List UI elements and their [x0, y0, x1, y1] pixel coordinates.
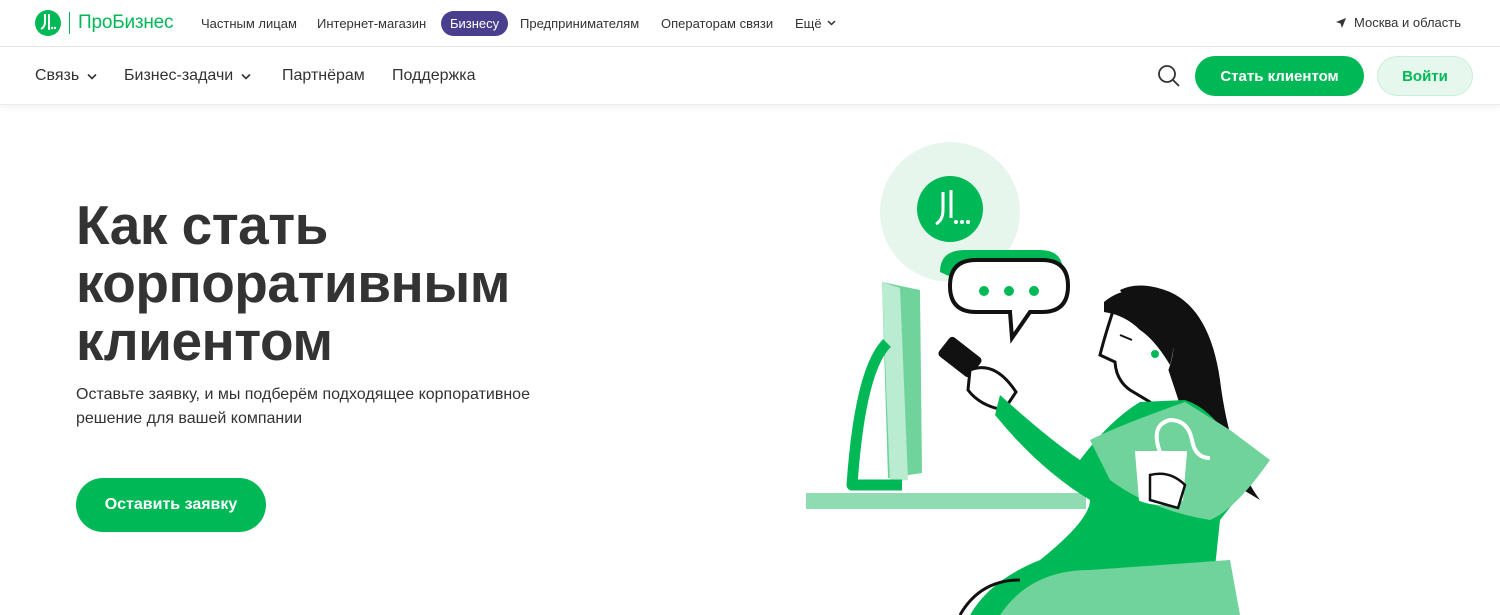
logo-divider — [69, 12, 70, 34]
segment-shop[interactable]: Интернет-магазин — [317, 11, 426, 36]
chevron-down-icon — [241, 67, 251, 85]
segment-more-label: Ещё — [795, 16, 822, 31]
region-selector[interactable]: Москва и область — [1335, 15, 1461, 30]
segment-business[interactable]: Бизнесу — [441, 11, 509, 36]
location-arrow-icon — [1335, 17, 1346, 28]
nav-item-partners[interactable]: Партнёрам — [282, 67, 365, 85]
main-nav: Связь Бизнес-задачи Партнёрам Поддержка … — [0, 47, 1500, 105]
region-label: Москва и область — [1353, 15, 1461, 30]
nav-item-label: Бизнес-задачи — [124, 67, 234, 84]
segment-entrepreneurs[interactable]: Предпринимателям — [520, 11, 639, 36]
page-title: Как стать корпоративным клиентом — [76, 194, 510, 372]
login-button[interactable]: Войти — [1377, 56, 1473, 96]
chevron-down-icon — [827, 18, 836, 29]
nav-item-business-tasks[interactable]: Бизнес-задачи — [124, 67, 251, 85]
segment-private[interactable]: Частным лицам — [201, 11, 297, 36]
search-icon[interactable] — [1157, 64, 1181, 88]
megafon-logo-icon — [35, 10, 61, 36]
segment-more[interactable]: Ещё — [795, 11, 836, 36]
brand-name: ПроБизнес — [78, 12, 174, 33]
woman-with-phone-and-monitor-illustration — [790, 140, 1350, 615]
top-bar: ПроБизнес Частным лицам Интернет-магазин… — [0, 0, 1500, 47]
become-client-button[interactable]: Стать клиентом — [1195, 56, 1364, 96]
nav-item-svyaz[interactable]: Связь — [35, 67, 97, 85]
submit-request-button[interactable]: Оставить заявку — [76, 478, 266, 532]
nav-item-label: Связь — [35, 67, 80, 84]
chevron-down-icon — [87, 67, 97, 85]
logo[interactable]: ПроБизнес — [35, 10, 174, 36]
hero-subtitle: Оставьте заявку, и мы подберём подходяще… — [76, 386, 530, 427]
nav-item-support[interactable]: Поддержка — [392, 67, 475, 85]
segment-operators[interactable]: Операторам связи — [661, 11, 773, 36]
